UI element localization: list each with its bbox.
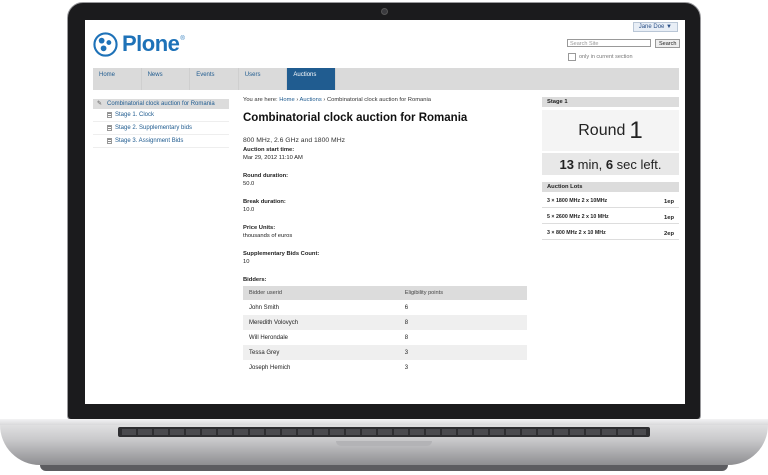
table-row: John Smith 6 [243, 300, 527, 315]
breadcrumb-auctions[interactable]: Auctions [300, 97, 322, 103]
eligibility-points: 3 [398, 345, 527, 360]
camera-dot [381, 8, 388, 15]
breadcrumb: You are here: Home › Auctions › Combinat… [243, 97, 432, 103]
field-value: 10.0 [243, 207, 255, 213]
field-supplementary-bids: Supplementary Bids Count: 10 [243, 251, 527, 265]
page-description: 800 MHz, 2.6 GHz and 1800 MHz [243, 137, 345, 144]
breadcrumb-current: Combinatorial clock auction for Romania [326, 97, 432, 103]
nav-events[interactable]: Events [190, 68, 239, 90]
sidebar-header[interactable]: ✎ Combinatorial clock auction for Romani… [93, 99, 229, 109]
nav-users[interactable]: Users [239, 68, 288, 90]
field-label: Auction start time: [243, 147, 295, 153]
document-icon [107, 112, 112, 118]
time-minutes-unit: min, [577, 156, 603, 172]
search-input[interactable]: Search Site [567, 39, 651, 47]
lot-item: 3 × 1800 MHz 2 x 10MHz 1ep [542, 195, 679, 208]
round-number: 1 [629, 116, 643, 144]
browser-screen: Jane Doe ▼ Plone ® Search Site Search on… [85, 20, 685, 404]
table-header-row: Bidder userid Eligibility points [243, 286, 527, 300]
only-current-checkbox[interactable] [568, 53, 576, 61]
table-row: Tessa Grey 3 [243, 345, 527, 360]
bidder-userid: Joseph Hemich [249, 364, 291, 371]
bidder-userid: Tessa Grey [243, 345, 399, 360]
bidders-label: Bidders: [243, 277, 267, 283]
document-icon [107, 125, 112, 131]
time-minutes: 13 [559, 156, 574, 172]
round-label: Round [578, 121, 626, 139]
lot-name: 3 × 1800 MHz 2 x 10MHz [547, 198, 608, 204]
only-current-label: only in current section [579, 54, 633, 60]
user-menu[interactable]: Jane Doe ▼ [632, 22, 678, 32]
sidebar-item-stage-3[interactable]: Stage 3. Assignment Bids [93, 135, 229, 148]
bidders-table: Bidder userid Eligibility points John Sm… [243, 286, 527, 375]
sidebar-item-label: Stage 2. Supplementary bids [115, 125, 193, 131]
document-icon [107, 138, 112, 144]
logo-text: Plone [122, 31, 180, 56]
bidder-userid: John Smith [249, 304, 280, 311]
lot-points: 1ep [664, 215, 674, 221]
page-title: Combinatorial clock auction for Romania [243, 112, 468, 124]
lot-item: 5 × 2600 MHz 2 x 10 MHz 1ep [542, 211, 679, 224]
sidebar-item-label: Stage 1. Clock [115, 112, 155, 118]
field-value: thousands of euros [243, 233, 293, 239]
nav-auctions[interactable]: Auctions [287, 68, 336, 90]
eligibility-points: 8 [404, 334, 409, 341]
field-price-units: Price Units: thousands of euros [243, 225, 527, 239]
eligibility-points: 6 [404, 304, 409, 311]
time-left-display: 13 min, 6 sec left. [542, 153, 679, 175]
field-label: Supplementary Bids Count: [243, 251, 320, 257]
field-label: Break duration: [243, 199, 286, 205]
plone-logo-icon [93, 31, 118, 57]
stage-header: Stage 1 [542, 97, 679, 107]
sidebar-item-stage-1[interactable]: Stage 1. Clock [93, 109, 229, 122]
eligibility-points: 8 [398, 315, 527, 330]
laptop-base-edge [0, 419, 768, 425]
column-header-eligibility[interactable]: Eligibility points [398, 286, 527, 300]
time-seconds-unit: sec left. [616, 156, 662, 172]
sidebar-item-label: Stage 3. Assignment Bids [115, 138, 184, 144]
main-nav: Home News Events Users Auctions [93, 68, 679, 90]
breadcrumb-home[interactable]: Home [279, 97, 294, 103]
lot-item: 3 × 800 MHz 2 x 10 MHz 2ep [542, 227, 679, 240]
field-label: Round duration: [243, 173, 289, 179]
sidebar-navigation: ✎ Combinatorial clock auction for Romani… [93, 99, 229, 148]
round-display: Round 1 [542, 110, 679, 151]
lot-name: 3 × 800 MHz 2 x 10 MHz [547, 230, 606, 236]
table-row: Joseph Hemich 3 [243, 360, 527, 375]
eligibility-points: 3 [404, 364, 409, 371]
only-current-section[interactable]: only in current section [568, 53, 633, 61]
sidebar-item-stage-2[interactable]: Stage 2. Supplementary bids [93, 122, 229, 135]
bidder-userid: Meredith Volovych [243, 315, 399, 330]
field-value: 50.0 [243, 181, 255, 187]
search-button[interactable]: Search [655, 39, 681, 48]
laptop-foot [40, 465, 728, 471]
logo-registered-mark: ® [180, 36, 185, 42]
field-round-duration: Round duration: 50.0 [243, 173, 527, 187]
auction-lots-header: Auction Lots [542, 182, 679, 192]
time-seconds: 6 [605, 156, 614, 172]
lot-name: 5 × 2600 MHz 2 x 10 MHz [547, 214, 609, 220]
column-header-bidder[interactable]: Bidder userid [243, 286, 399, 300]
field-break-duration: Break duration: 10.0 [243, 199, 527, 213]
right-column: Stage 1 Round 1 13 min, 6 sec left. Auct… [542, 97, 679, 240]
auction-icon: ✎ [97, 101, 103, 107]
field-value: 10 [243, 259, 250, 265]
table-row: Will Herondale 8 [243, 330, 527, 345]
field-value: Mar 29, 2012 11:10 AM [243, 155, 303, 161]
sidebar-header-label: Combinatorial clock auction for Romania [107, 101, 215, 107]
lot-points: 1ep [664, 199, 674, 205]
nav-news[interactable]: News [142, 68, 191, 90]
lot-points: 2ep [664, 231, 674, 237]
field-start-time: Auction start time: Mar 29, 2012 11:10 A… [243, 147, 527, 161]
breadcrumb-prefix: You are here: [243, 97, 278, 103]
nav-home[interactable]: Home [93, 68, 142, 90]
site-logo[interactable]: Plone ® [93, 31, 185, 57]
laptop-notch [336, 441, 432, 446]
table-row: Meredith Volovych 8 [243, 315, 527, 330]
keyboard-keys [122, 429, 646, 435]
main-content: You are here: Home › Auctions › Combinat… [243, 97, 527, 375]
field-label: Price Units: [243, 225, 276, 231]
bidder-userid: Will Herondale [249, 334, 289, 341]
